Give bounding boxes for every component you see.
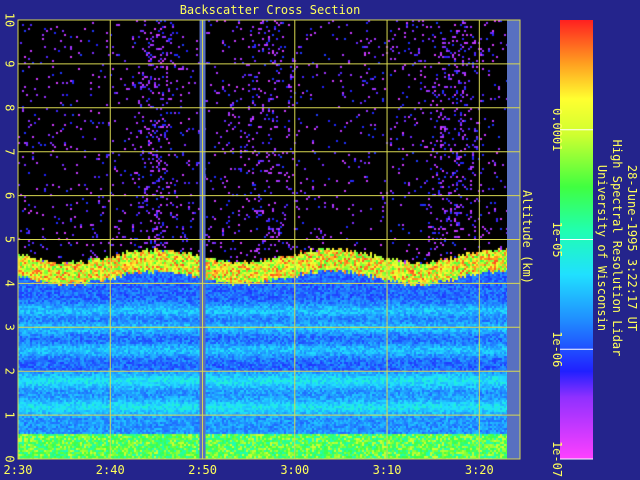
info-line-3: 28-June-1995 3:22:17 UT: [625, 165, 639, 331]
plot-area: [17, 19, 521, 460]
y-tick-label: 9: [3, 60, 17, 67]
y-tick-label: 6: [3, 192, 17, 199]
y-tick-label: 5: [3, 236, 17, 243]
y-tick-label: 2: [3, 368, 17, 375]
colorbar-tick-label: 0.0001: [550, 108, 564, 151]
y-tick-label: 10: [3, 13, 17, 27]
x-tick-label: 2:50: [188, 463, 217, 477]
y-tick-label: 1: [3, 411, 17, 418]
x-tick-label: 3:20: [465, 463, 494, 477]
y-tick-label: 0: [3, 455, 17, 462]
lidar-figure: Backscatter Cross Section 0 1 2 3 4 5 6 7 8 9 10 2…: [3, 3, 640, 477]
x-tick-label: 2:40: [96, 463, 125, 477]
info-text: University of Wisconsin High Spectral Re…: [595, 140, 639, 357]
info-line-2: High Spectral Resolution Lidar: [610, 140, 624, 357]
y-tick-label: 4: [3, 280, 17, 287]
y-axis-ticks: 0 1 2 3 4 5 6 7 8 9 10: [3, 13, 17, 463]
colorbar-tick-label: 1e-07: [550, 441, 564, 477]
y-axis-label: Altitude (km): [520, 190, 534, 284]
colorbar-tick-label: 1e-06: [550, 331, 564, 367]
info-line-1: University of Wisconsin: [595, 165, 609, 331]
colorbar-tick-label: 1e-05: [550, 221, 564, 257]
x-tick-label: 2:30: [4, 463, 33, 477]
x-axis-ticks: 2:30 2:40 2:50 3:00 3:10 3:20: [4, 463, 494, 477]
colorbar: 0.0001 1e-05 1e-06 1e-07: [550, 20, 593, 477]
y-tick-label: 8: [3, 104, 17, 111]
x-tick-label: 3:10: [373, 463, 402, 477]
chart-title: Backscatter Cross Section: [180, 3, 361, 17]
x-tick-label: 3:00: [280, 463, 309, 477]
y-tick-label: 7: [3, 148, 17, 155]
y-tick-label: 3: [3, 324, 17, 331]
